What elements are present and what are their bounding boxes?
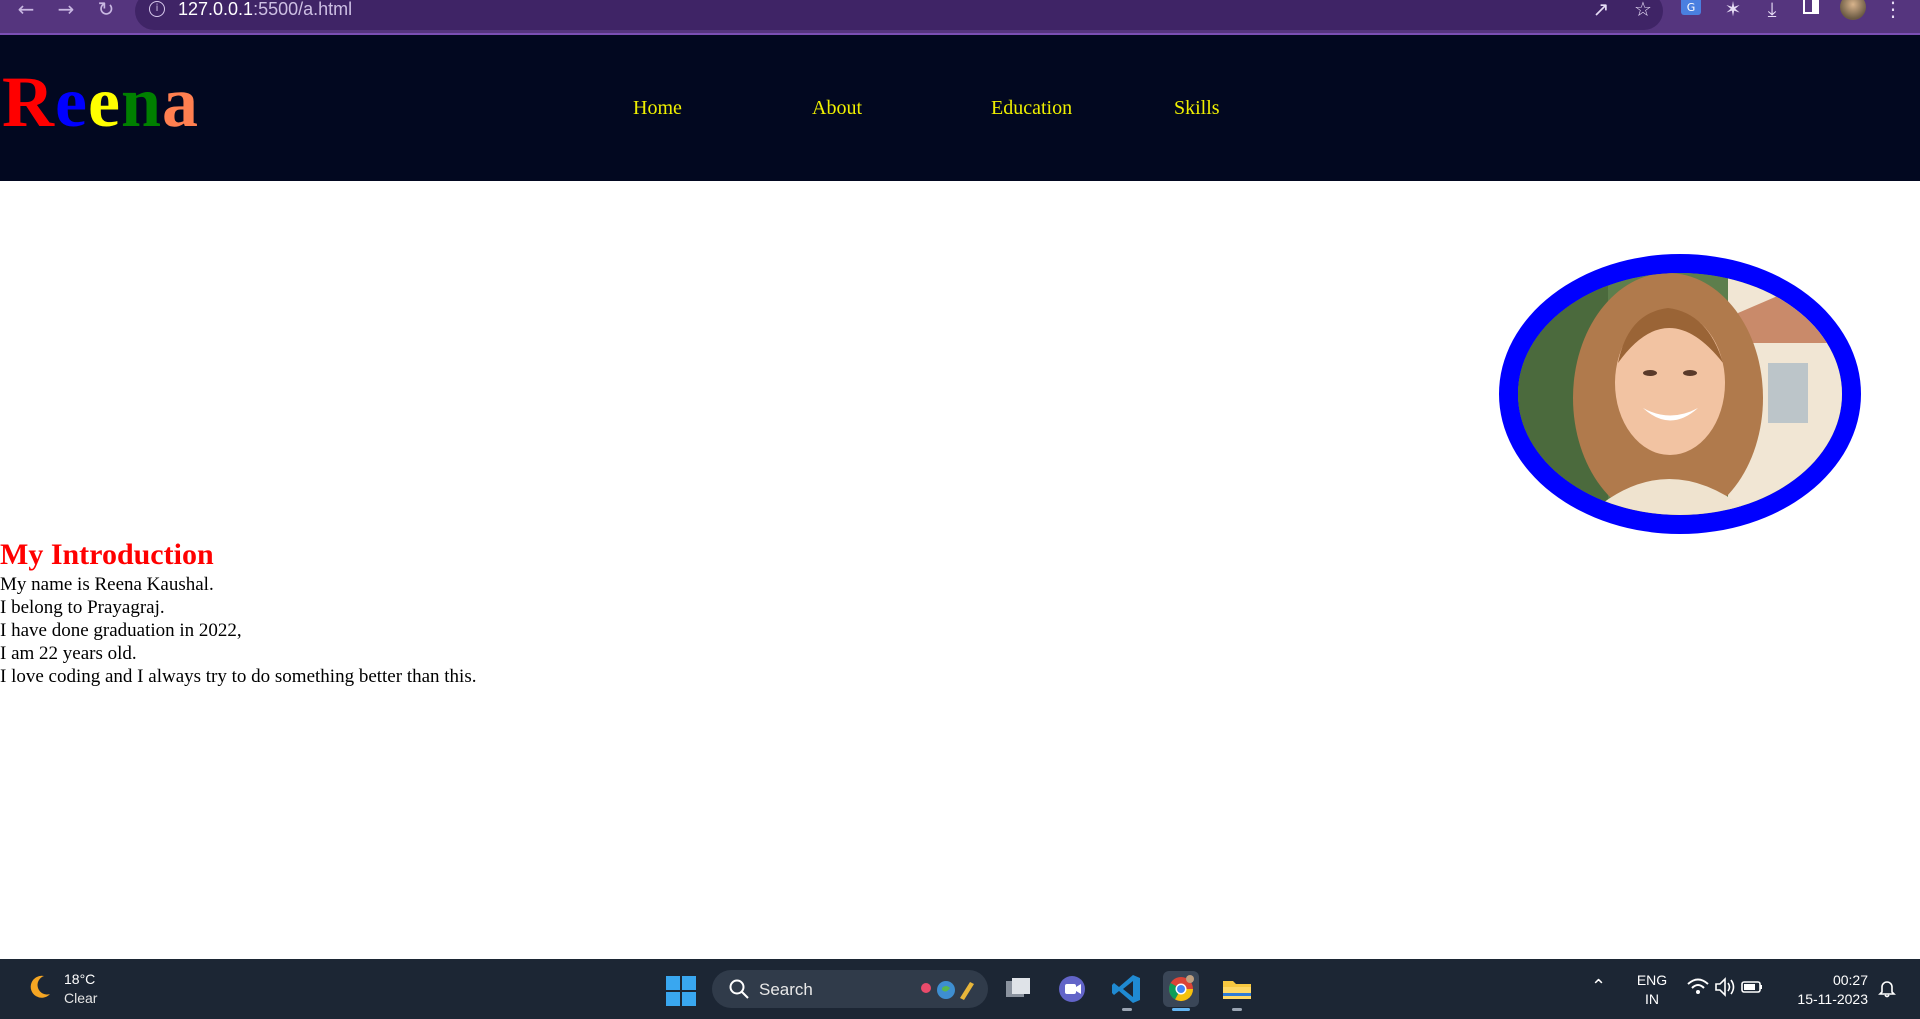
bookmark-star-icon[interactable]: ☆ (1630, 0, 1656, 21)
reload-icon[interactable]: ↻ (92, 0, 120, 20)
extensions-puzzle-icon[interactable]: ✶ (1720, 0, 1746, 21)
nav-link-home[interactable]: Home (633, 97, 682, 120)
logo-letter: e (87, 62, 121, 142)
clock-date: 15-11-2023 (1797, 991, 1868, 1007)
system-clock[interactable]: 00:27 15-11-2023 (1784, 971, 1868, 1009)
intro-line: I love coding and I always try to do som… (0, 666, 477, 687)
vs-code-icon (1112, 975, 1140, 1003)
nav-link-education[interactable]: Education (991, 97, 1072, 120)
logo-letter: n (120, 62, 162, 142)
chrome-icon (1168, 975, 1194, 1002)
intro-line: My name is Reena Kaushal. (0, 574, 214, 595)
running-indicator (1122, 1008, 1132, 1011)
search-icon (729, 979, 749, 999)
wifi-icon (1687, 978, 1709, 994)
nav-link-skills[interactable]: Skills (1174, 97, 1220, 120)
side-panel-icon[interactable] (1798, 0, 1824, 20)
active-indicator (1172, 1008, 1190, 1011)
search-label: Search (759, 980, 813, 999)
teams-chat-icon (1059, 976, 1085, 1002)
profile-avatar[interactable] (1840, 0, 1866, 20)
taskbar-chrome[interactable] (1163, 971, 1199, 1011)
weather-temperature[interactable]: 18°C (64, 971, 95, 987)
address-bar[interactable]: i 127.0.0.1:5500/a.html (135, 0, 1663, 30)
intro-text: My name is Reena Kaushal. I belong to Pr… (0, 573, 476, 688)
taskbar-teams-chat[interactable] (1054, 971, 1090, 1007)
search-highlight-icon (921, 981, 974, 1000)
site-logo[interactable]: Reena (2, 66, 199, 138)
site-info-icon[interactable]: i (149, 1, 165, 17)
weather-description[interactable]: Clear (64, 990, 97, 1006)
intro-line: I have done graduation in 2022, (0, 620, 242, 641)
logo-letter: a (161, 62, 199, 142)
profile-photo (1499, 254, 1861, 534)
tray-status-icons[interactable] (1686, 975, 1766, 999)
taskbar-search-box[interactable]: Search (712, 970, 988, 1008)
back-arrow-icon[interactable]: ← (12, 0, 40, 20)
logo-letter: e (55, 62, 88, 142)
notification-bell-icon[interactable] (1877, 978, 1897, 998)
logo-letter: R (2, 62, 55, 142)
site-header: Reena Home About Education Skills (0, 35, 1920, 181)
running-indicator (1232, 1008, 1242, 1011)
intro-line: I belong to Prayagraj. (0, 597, 165, 618)
translate-icon[interactable]: G (1680, 0, 1702, 18)
svg-text:G: G (1687, 1, 1696, 14)
taskbar-file-explorer[interactable] (1219, 971, 1255, 1011)
start-windows-icon[interactable] (666, 976, 696, 1006)
task-view-icon (1006, 978, 1030, 997)
url-host: 127.0.0.1 (178, 0, 254, 19)
forward-arrow-icon[interactable]: → (52, 0, 80, 20)
lang-region: IN (1645, 991, 1659, 1007)
intro-heading: My Introduction (0, 538, 214, 571)
clock-time: 00:27 (1832, 972, 1868, 988)
intro-line: I am 22 years old. (0, 643, 137, 664)
profile-photo-image (1518, 273, 1842, 515)
menu-kebab-icon[interactable]: ⋮ (1880, 0, 1906, 21)
share-icon[interactable]: ↗ (1588, 0, 1614, 21)
download-icon[interactable]: ⤓ (1759, 0, 1785, 21)
moon-weather-icon[interactable] (24, 972, 54, 1002)
lang-code: ENG (1636, 972, 1668, 988)
taskbar-task-view[interactable] (1000, 971, 1036, 1007)
battery-icon (1741, 981, 1762, 993)
input-language[interactable]: ENG IN (1636, 971, 1668, 1009)
url-text[interactable]: 127.0.0.1:5500/a.html (178, 0, 352, 20)
url-path: :5500/a.html (253, 0, 353, 19)
taskbar-vs-code[interactable] (1109, 971, 1145, 1011)
nav-link-about[interactable]: About (812, 97, 862, 120)
windows-taskbar: 18°C Clear Search ⌃ ENG IN 00:27 15-11-2… (0, 959, 1920, 1019)
tray-chevron-up-icon[interactable]: ⌃ (1591, 976, 1606, 997)
volume-icon (1715, 977, 1735, 997)
folder-icon (1223, 981, 1251, 999)
browser-toolbar: ← → ↻ i 127.0.0.1:5500/a.html ↗ ☆ G ✶ ⤓ … (0, 0, 1920, 35)
